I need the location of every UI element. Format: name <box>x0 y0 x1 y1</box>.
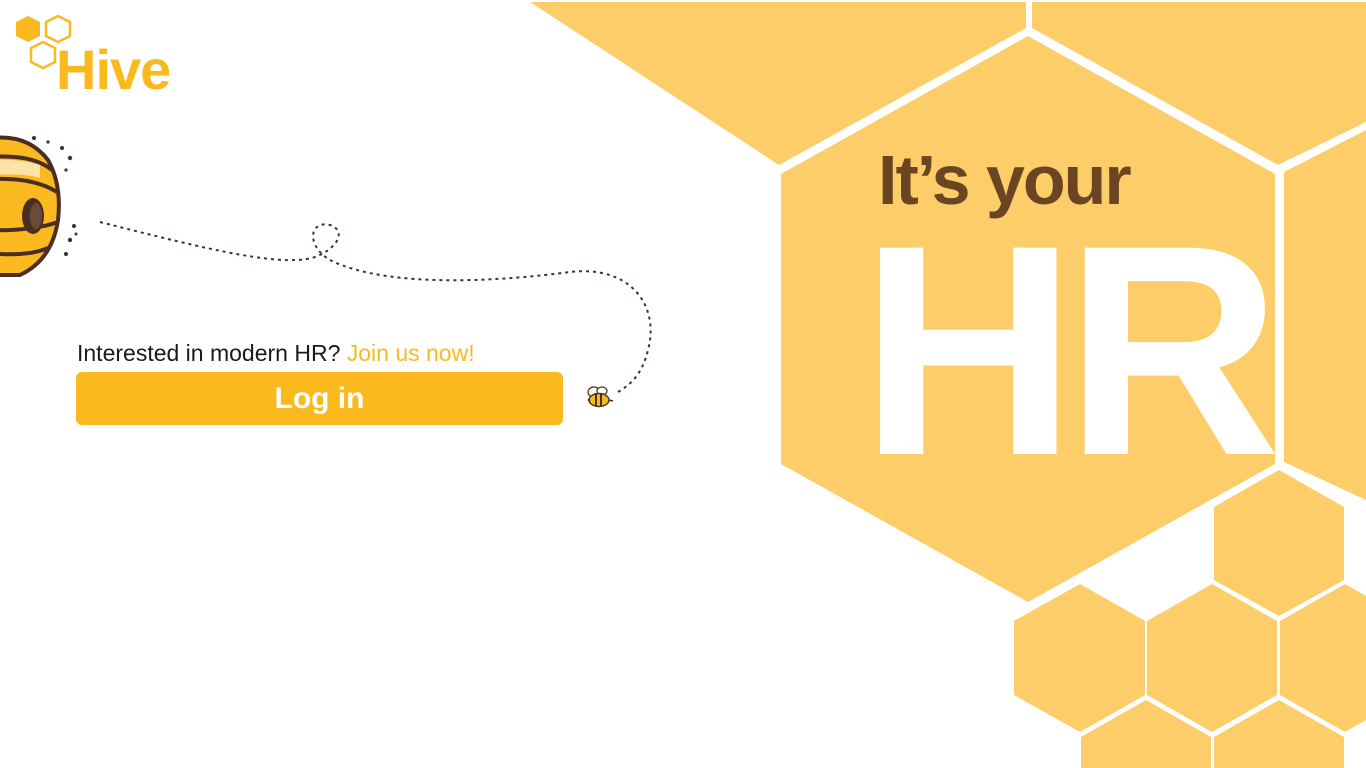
join-us-link[interactable]: Join us now! <box>347 340 475 366</box>
login-button[interactable]: Log in <box>76 372 563 425</box>
hive-logo[interactable]: Hive <box>14 12 214 101</box>
signup-prompt-text: Interested in modern HR? <box>77 340 341 366</box>
login-page: Hive Interested in modern HR? Join us no… <box>0 0 1366 768</box>
signup-prompt: Interested in modern HR? Join us now! <box>77 339 475 367</box>
beehive-illustration-icon <box>0 135 78 277</box>
brand-name: Hive <box>56 38 171 101</box>
hero-headline: HR <box>860 182 1281 518</box>
